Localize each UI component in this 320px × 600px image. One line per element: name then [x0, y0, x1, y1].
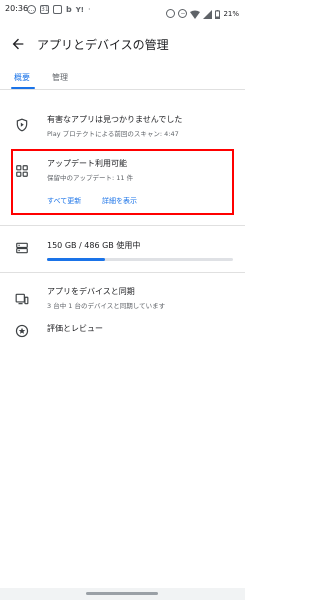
storage-icon — [15, 240, 29, 254]
section-divider — [0, 225, 245, 226]
section-divider — [0, 272, 245, 273]
page-title: アプリとデバイスの管理 — [37, 38, 169, 52]
notification-icons: … 31 b Y! · — [27, 5, 91, 14]
storage-bar-fill — [47, 258, 105, 261]
status-time: 20:36 — [5, 4, 29, 13]
see-details-button[interactable]: 詳細を表示 — [102, 196, 137, 206]
ratings-row[interactable]: 評価とレビュー — [0, 318, 245, 344]
updates-row[interactable]: アップデート利用可能 保留中のアップデート: 11 件 すべて更新 詳細を表示 — [13, 151, 232, 213]
status-bar: 20:36 … 31 b Y! · − 21% — [0, 0, 245, 20]
play-protect-title: 有害なアプリは見つかりませんでした — [47, 115, 183, 124]
sync-subtitle: 3 台中 1 台のデバイスと同期しています — [47, 302, 166, 310]
yahoo-icon: Y! — [75, 5, 84, 14]
back-arrow-icon — [12, 38, 24, 50]
battery-percent: 21% — [223, 9, 239, 18]
star-icon — [15, 323, 29, 338]
back-button[interactable] — [10, 36, 26, 52]
alarm-icon — [166, 9, 176, 18]
dnd-icon: − — [178, 9, 188, 18]
devices-icon — [15, 291, 29, 305]
wifi-icon — [190, 4, 201, 23]
sync-title: アプリをデバイスと同期 — [47, 287, 135, 296]
updates-subtitle: 保留中のアップデート: 11 件 — [47, 174, 134, 182]
calendar-icon: 31 — [40, 5, 49, 14]
play-protect-subtitle: Play プロテクトによる前回のスキャン: 4:47 — [47, 130, 179, 138]
tab-divider — [0, 89, 245, 90]
bing-icon: b — [66, 5, 72, 14]
updates-title: アップデート利用可能 — [47, 159, 127, 168]
home-gesture-handle[interactable] — [86, 592, 158, 595]
apps-grid-icon — [15, 163, 29, 177]
storage-text: 150 GB / 486 GB 使用中 — [47, 241, 141, 250]
ratings-title: 評価とレビュー — [47, 324, 103, 333]
update-all-button[interactable]: すべて更新 — [47, 196, 81, 206]
chat-icon: … — [27, 5, 36, 14]
image-icon — [53, 5, 62, 14]
tab-manage[interactable]: 管理 — [52, 72, 68, 83]
tab-overview[interactable]: 概要 — [14, 72, 30, 83]
storage-row[interactable]: 150 GB / 486 GB 使用中 — [0, 232, 245, 268]
sync-row[interactable]: アプリをデバイスと同期 3 台中 1 台のデバイスと同期しています — [0, 280, 245, 316]
more-dot-icon: · — [88, 5, 91, 14]
battery-icon — [215, 4, 221, 23]
play-protect-row[interactable]: 有害なアプリは見つかりませんでした Play プロテクトによる前回のスキャン: … — [0, 105, 245, 143]
signal-icon — [203, 4, 213, 23]
system-icons: − 21% — [166, 4, 239, 23]
shield-icon — [15, 117, 29, 132]
